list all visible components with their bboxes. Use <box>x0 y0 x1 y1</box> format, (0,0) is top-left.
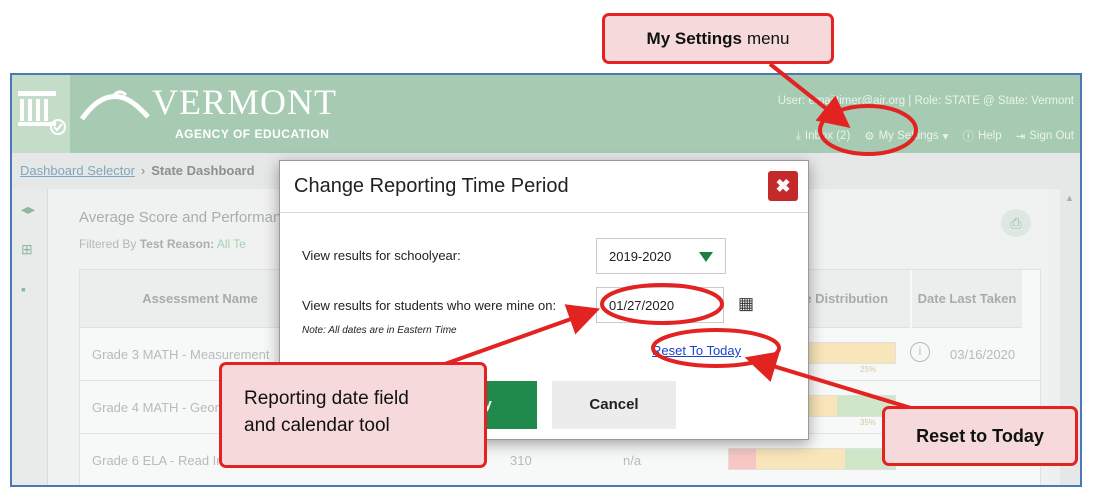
help-icon: ⓘ <box>962 131 974 143</box>
logo-building-icon <box>12 75 70 153</box>
callout-my-settings: My Settings menu <box>602 13 834 64</box>
logo-text: VERMONT <box>152 82 337 122</box>
divider <box>280 212 808 213</box>
note-icon[interactable]: ▪ <box>21 281 26 297</box>
timezone-note: Note: All dates are in Eastern Time <box>302 325 457 336</box>
filter-summary: Filtered By Test Reason: All Te <box>79 237 246 251</box>
header-bar: VERMONT AGENCY OF EDUCATION User: emailt… <box>12 75 1080 153</box>
card-title: Average Score and Performance <box>79 209 298 226</box>
reset-to-today-link[interactable]: Reset To Today <box>652 343 741 358</box>
dropdown-arrow-icon <box>699 252 713 262</box>
header-nav: ⤓ Inbox (2) ⚙ My Settings ▾ ⓘ Help ⇥ Sign Out <box>796 128 1074 144</box>
mountain-logo-icon <box>80 90 150 121</box>
hierarchy-icon[interactable]: ⊞ <box>21 241 33 258</box>
download-icon: ⤓ <box>795 129 801 142</box>
info-icon[interactable]: i <box>910 342 930 362</box>
sign-out-link[interactable]: ⇥ Sign Out <box>1016 128 1074 144</box>
callout-reset-to-today: Reset to Today <box>882 406 1078 466</box>
schoolyear-label: View results for schoolyear: <box>302 248 461 263</box>
logo-subtitle: AGENCY OF EDUCATION <box>175 127 330 141</box>
assessment-name-cell[interactable]: Grade 6 ELA - Read In <box>92 434 224 485</box>
my-settings-menu[interactable]: ⚙ My Settings ▾ <box>864 128 948 144</box>
inbox-link[interactable]: ⤓ Inbox (2) <box>796 128 850 144</box>
help-link[interactable]: ⓘ Help <box>962 128 1001 144</box>
chevron-down-icon: ▾ <box>942 131 949 143</box>
na-cell: n/a <box>623 453 642 468</box>
print-icon[interactable]: ⎙ <box>1001 209 1031 237</box>
expand-icon[interactable]: ◂▸ <box>21 201 35 218</box>
chevron-right-icon: › <box>140 163 146 178</box>
reporting-date-field[interactable]: 01/27/2020 <box>596 287 724 323</box>
close-icon[interactable]: ✖ <box>768 171 798 201</box>
reporting-date-label: View results for students who were mine … <box>302 298 557 313</box>
scroll-up-icon[interactable]: ▲ <box>1065 193 1074 203</box>
user-info: User: emailtimer@air.org | Role: STATE @… <box>777 95 1074 107</box>
calendar-icon[interactable]: ▦ <box>732 290 760 318</box>
score-cell: 310 <box>510 453 532 468</box>
distribution-bar <box>728 448 896 470</box>
cancel-button[interactable]: Cancel <box>552 381 676 429</box>
dialog-title: Change Reporting Time Period <box>294 175 569 197</box>
left-toolbar: ◂▸ ⊞ ▪ <box>12 189 48 485</box>
sign-out-icon: ⇥ <box>1015 131 1026 143</box>
breadcrumb-current: State Dashboard <box>151 163 255 178</box>
callout-reporting-date: Reporting date field and calendar tool <box>219 362 487 468</box>
breadcrumb-dashboard-selector[interactable]: Dashboard Selector <box>20 163 135 178</box>
date-cell: 03/16/2020 <box>950 347 1016 362</box>
schoolyear-select[interactable]: 2019-2020 <box>596 238 726 274</box>
gear-icon: ⚙ <box>864 131 875 143</box>
header-date-last-taken[interactable]: Date Last Taken <box>912 270 1022 328</box>
